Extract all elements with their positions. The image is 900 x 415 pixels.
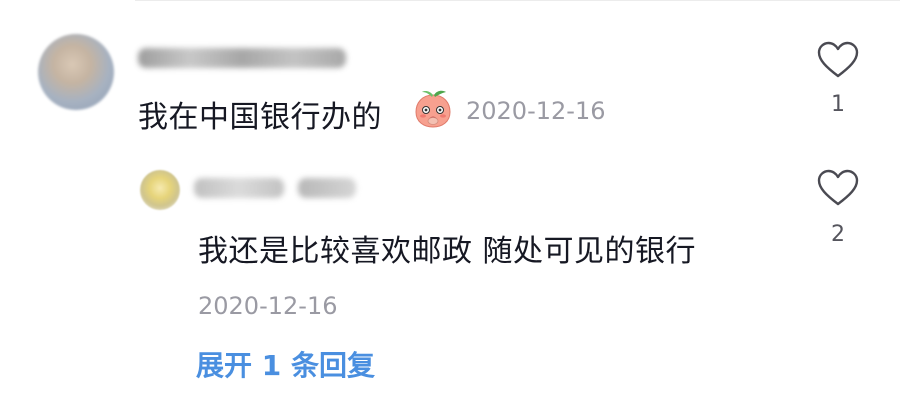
username-blurred[interactable]: [138, 48, 346, 68]
top-divider: [135, 0, 900, 1]
reply-text: 我还是比较喜欢邮政 随处可见的银行: [198, 234, 697, 269]
avatar[interactable]: [38, 34, 114, 110]
reply-like-count: 2: [831, 222, 845, 247]
peach-face-icon: [415, 90, 451, 128]
reply-avatar[interactable]: [140, 170, 180, 210]
reply-username-blurred[interactable]: [194, 178, 284, 198]
heart-icon[interactable]: [816, 168, 860, 208]
comment-text: 我在中国银行办的: [138, 100, 382, 135]
like-count: 1: [831, 92, 845, 117]
reply-date: 2020-12-16: [198, 292, 338, 320]
expand-replies-link[interactable]: 展开 1 条回复: [196, 344, 375, 384]
heart-icon[interactable]: [816, 40, 860, 80]
reply-author-tag-blurred: [298, 178, 356, 198]
comment-date: 2020-12-16: [466, 97, 606, 125]
